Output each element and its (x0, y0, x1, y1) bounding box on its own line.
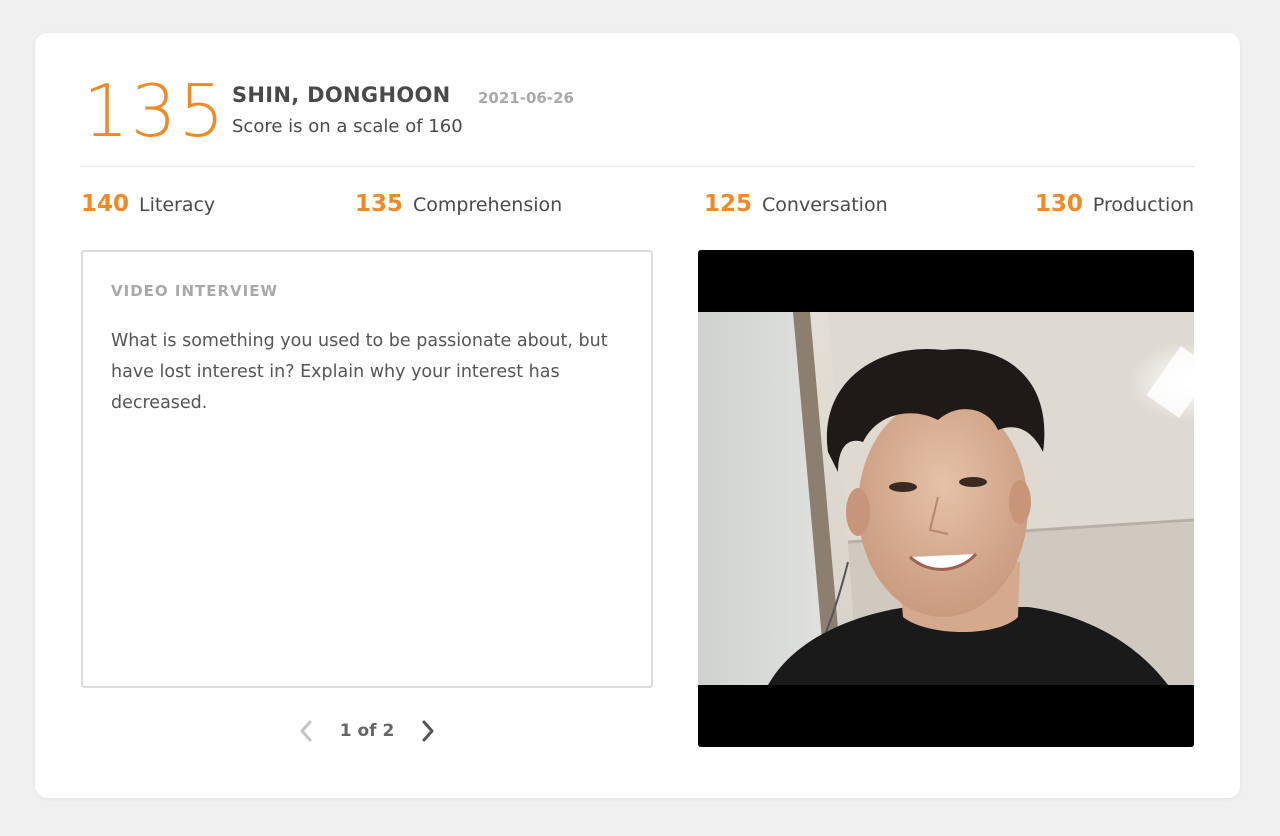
chevron-left-icon[interactable] (292, 717, 320, 745)
subscore-label: Production (1092, 194, 1194, 216)
overall-score: 135 (83, 69, 227, 153)
video-interview-panel: VIDEO INTERVIEW What is something you us… (81, 250, 653, 688)
subscore-label: Comprehension (413, 194, 563, 216)
subscore-literacy: 140 Literacy (81, 189, 215, 220)
chevron-right-icon[interactable] (414, 717, 442, 745)
question-pager: 1 of 2 (81, 716, 653, 746)
subscore-conversation: 125 Conversation (704, 189, 888, 220)
subscore-value: 140 (81, 191, 130, 217)
video-frame-image (698, 312, 1194, 685)
header-divider (80, 166, 1195, 167)
panel-heading: VIDEO INTERVIEW (111, 282, 279, 300)
score-report-card: 135 SHIN, DONGHOON 2021-06-26 Score is o… (35, 33, 1240, 798)
subscore-label: Literacy (139, 194, 216, 216)
interview-video-player[interactable] (698, 250, 1194, 747)
test-date: 2021-06-26 (478, 89, 574, 107)
interview-question: What is something you used to be passion… (111, 331, 608, 413)
candidate-name: SHIN, DONGHOON (232, 83, 451, 107)
subscore-production: 130 Production (1035, 189, 1194, 220)
video-frame (698, 312, 1194, 685)
subscore-label: Conversation (762, 194, 888, 216)
subscore-value: 135 (355, 191, 404, 217)
subscore-comprehension: 135 Comprehension (355, 189, 562, 220)
subscore-value: 125 (704, 191, 753, 217)
pager-position: 1 of 2 (339, 721, 395, 741)
subscore-value: 130 (1034, 191, 1083, 217)
score-scale-note: Score is on a scale of 160 (232, 116, 463, 137)
